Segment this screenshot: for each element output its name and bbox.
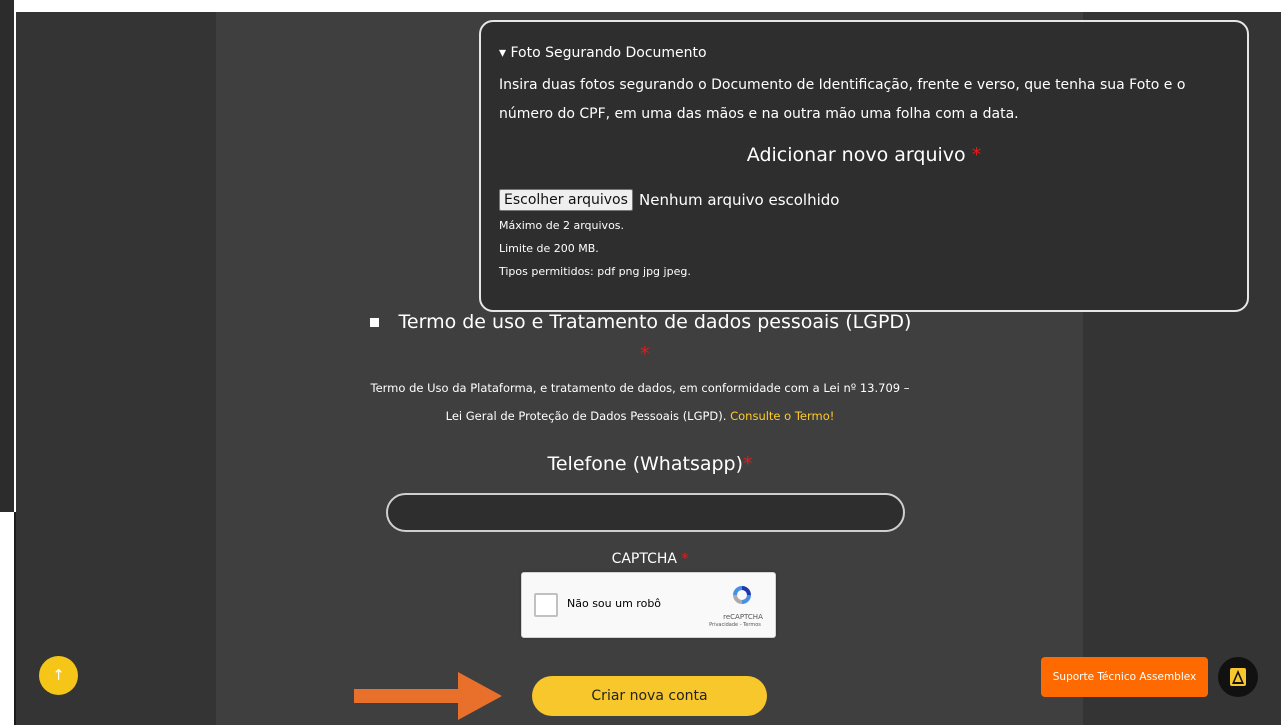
file-status: Nenhum arquivo escolhido [639, 191, 840, 209]
terms-checkbox-row: Termo de uso e Tratamento de dados pesso… [0, 311, 1281, 333]
upload-description: Insira duas fotos segurando o Documento … [499, 77, 1186, 122]
terms-label[interactable]: Termo de uso e Tratamento de dados pesso… [399, 311, 912, 333]
choose-files-button[interactable]: Escolher arquivos [499, 189, 633, 211]
scroll-to-top-button[interactable]: ↑ [39, 656, 78, 695]
recaptcha-logo-icon [733, 586, 751, 604]
add-file-label: Adicionar novo arquivo [746, 144, 966, 166]
browser-top-strip [0, 0, 1281, 12]
add-file-heading: Adicionar novo arquivo * [481, 144, 1247, 166]
phone-heading: Telefone (Whatsapp)* [0, 453, 1281, 475]
support-chat-button[interactable]: Suporte Técnico Assemblex [1041, 657, 1208, 697]
captcha-heading: CAPTCHA * [0, 551, 1281, 567]
max-files-note: Máximo de 2 arquivos. [499, 219, 625, 232]
captcha-required-asterisk: * [681, 551, 689, 567]
left-edge-panel [0, 0, 14, 512]
details-summary[interactable]: ▾ Foto Segurando Documento [499, 45, 707, 61]
recaptcha-widget: Não sou um robô reCAPTCHA Privacidade - … [521, 572, 776, 638]
required-asterisk: * [971, 144, 982, 166]
arrow-up-icon: ↑ [52, 666, 65, 684]
recaptcha-checkbox[interactable] [534, 593, 558, 617]
recaptcha-links[interactable]: Privacidade - Termos [700, 622, 770, 628]
phone-required-asterisk: * [743, 453, 753, 475]
upload-card: ▾ Foto Segurando Documento Insira duas f… [479, 20, 1249, 312]
terms-link[interactable]: Consulte o Termo! [730, 409, 834, 423]
arrow-right-icon [354, 672, 502, 720]
create-account-button[interactable]: Criar nova conta [532, 676, 767, 716]
allowed-types-note: Tipos permitidos: pdf png jpg jpeg. [499, 265, 691, 278]
left-edge-strip-lower [0, 515, 14, 725]
recaptcha-label: Não sou um robô [567, 597, 662, 610]
size-limit-note: Limite de 200 MB. [499, 242, 599, 255]
recaptcha-brand: reCAPTCHA [723, 613, 763, 621]
captcha-label: CAPTCHA [611, 551, 677, 567]
phone-label: Telefone (Whatsapp) [547, 453, 744, 475]
terms-checkbox[interactable] [369, 318, 379, 327]
phone-input[interactable] [386, 493, 905, 532]
assemblex-logo-icon[interactable] [1218, 657, 1258, 697]
left-gutter [16, 12, 216, 725]
terms-description: Termo de Uso da Plataforma, e tratamento… [370, 374, 910, 430]
terms-required-asterisk: * [640, 343, 650, 365]
